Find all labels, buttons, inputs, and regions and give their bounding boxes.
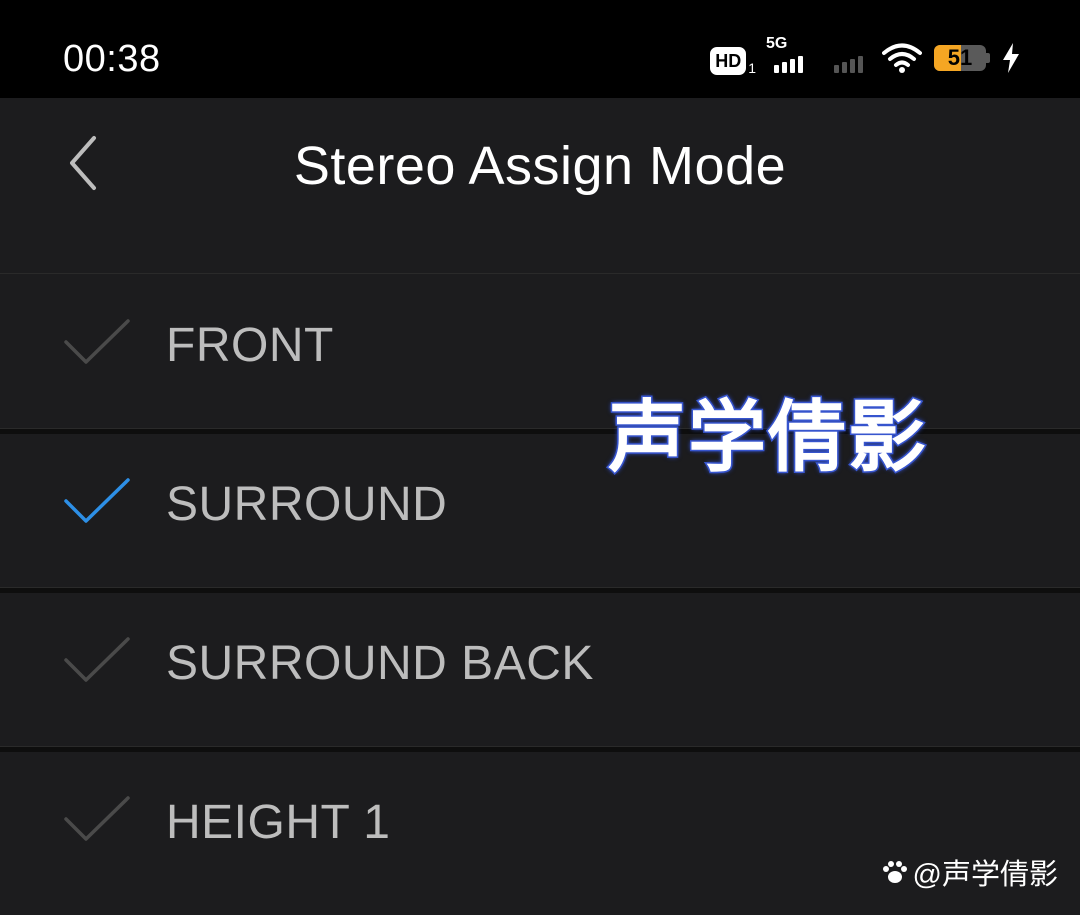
battery-level: 51 <box>947 45 973 70</box>
wifi-icon <box>882 43 922 73</box>
paw-icon <box>882 861 907 883</box>
list-divider <box>0 746 1080 752</box>
checkmark-icon <box>64 637 130 682</box>
battery-cap <box>986 53 990 63</box>
option-label: SURROUND <box>166 478 448 531</box>
checkmark-icon <box>64 478 130 523</box>
checkmark-icon <box>64 319 130 364</box>
checkmark-icon <box>64 796 130 841</box>
hd-sub: 1 <box>748 60 756 76</box>
network-type: 5G <box>766 35 788 52</box>
signal-icon: 5G <box>766 35 812 75</box>
signal-icon-secondary <box>834 41 872 75</box>
status-bar: 00:38 HD 1 5G 51 <box>0 0 1080 98</box>
hd-icon: HD 1 <box>710 41 756 75</box>
status-time: 00:38 <box>63 38 161 80</box>
nav-bar: Stereo Assign Mode <box>0 98 1080 273</box>
charging-icon <box>1003 43 1019 73</box>
list-divider <box>0 587 1080 593</box>
battery-icon: 51 <box>934 45 986 71</box>
option-item[interactable]: SURROUND BACK <box>0 592 1080 746</box>
page-title: Stereo Assign Mode <box>293 136 787 196</box>
option-label: FRONT <box>166 319 334 372</box>
hd-label: HD <box>710 47 747 75</box>
watermark-handle-group: @声学倩影 <box>881 851 1058 893</box>
status-icons: HD 1 5G 51 <box>710 35 1022 76</box>
watermark-text: 声学倩影 <box>606 392 929 483</box>
option-label: SURROUND BACK <box>166 637 594 690</box>
watermark-handle: @声学倩影 <box>912 859 1058 891</box>
option-label: HEIGHT 1 <box>166 796 391 849</box>
